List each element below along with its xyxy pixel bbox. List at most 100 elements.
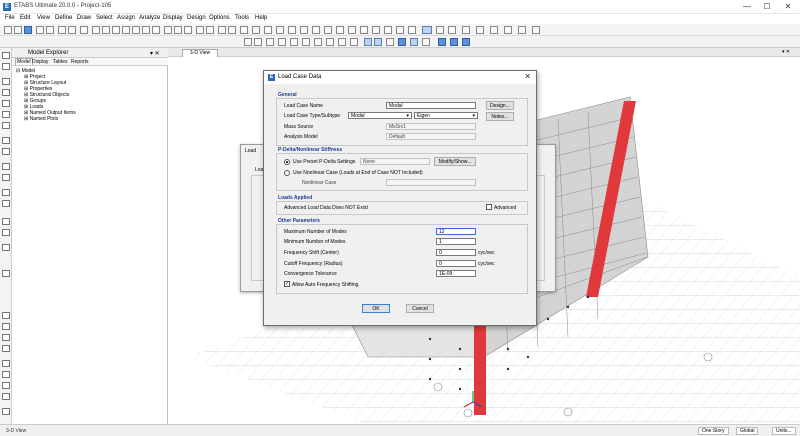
snap-mid-icon[interactable] [386,38,394,46]
more-icon[interactable] [532,26,540,34]
cutoff-frequency-input[interactable]: 0 [436,260,476,267]
select-xz-icon[interactable] [2,371,10,378]
snap-perp-icon[interactable] [422,38,430,46]
save-icon[interactable] [24,26,32,34]
pointer-icon[interactable] [92,26,100,34]
view-close-button[interactable]: ▾ ✕ [782,49,790,55]
table-icon[interactable] [476,26,484,34]
snap-line-icon[interactable] [374,38,382,46]
select-intersecting-icon[interactable] [2,345,10,352]
fit-icon[interactable] [244,38,252,46]
deformed-shape-icon[interactable] [314,38,322,46]
report-icon[interactable] [504,26,512,34]
select-yz-icon[interactable] [2,382,10,389]
menu-edit[interactable]: Edit [20,15,30,21]
minimize-button[interactable]: — [738,2,756,12]
explorer-close-button[interactable]: ▾ ✕ [150,50,160,57]
mass-source-icon[interactable] [384,26,392,34]
min-modes-input[interactable]: 1 [436,238,476,245]
zoom-in-icon[interactable] [112,26,120,34]
display-options-icon[interactable] [240,26,248,34]
menu-select[interactable]: Select [96,15,113,21]
tab-tables[interactable]: Tables [52,59,68,65]
tab-reports[interactable]: Reports [70,59,90,65]
menu-define[interactable]: Define [55,15,72,21]
diaphragm-icon[interactable] [396,26,404,34]
advanced-checkbox[interactable] [486,204,492,210]
cancel-button[interactable]: Cancel [406,304,434,313]
combination-icon[interactable] [372,26,380,34]
menu-help[interactable]: Help [255,15,267,21]
convergence-tolerance-input[interactable]: 1E-09 [436,270,476,277]
load-case-name-input[interactable]: Modal [386,102,476,109]
draw-opening-icon[interactable] [2,148,10,155]
select-all-icon[interactable] [2,312,10,319]
pan-icon[interactable] [152,26,160,34]
auto-frequency-shift-checkbox[interactable]: ✓ [284,281,290,287]
select-pointer-icon[interactable] [2,52,10,59]
text-icon[interactable] [436,26,444,34]
tree-item-named-plots[interactable]: ⊞ Named Plots [16,116,76,122]
move-down-icon[interactable] [228,26,236,34]
zoom-extents-icon[interactable] [132,26,140,34]
units-button[interactable]: Units... [772,427,796,435]
draw-section-cut-icon[interactable] [2,189,10,196]
draw-grid-icon[interactable] [2,229,10,236]
load-case-type-select[interactable]: Modal ▾ [348,112,412,119]
open-icon[interactable] [14,26,22,34]
3d-view-icon[interactable] [164,26,172,34]
load-case-icon[interactable] [360,26,368,34]
draw-rebar-icon[interactable] [2,270,10,277]
lock-icon[interactable] [58,26,66,34]
chart-icon[interactable] [490,26,498,34]
undo-icon[interactable] [36,26,44,34]
snap-intersect-icon[interactable] [410,38,418,46]
zoom-previous-icon[interactable] [142,26,150,34]
redo-icon[interactable] [46,26,54,34]
menu-draw[interactable]: Draw [77,15,91,21]
menu-analyze[interactable]: Analyze [139,15,160,21]
draw-beam-icon[interactable] [2,89,10,96]
tab-model[interactable]: Model [15,58,33,65]
select-previous-icon[interactable] [2,323,10,330]
maximize-button[interactable]: ☐ [758,2,776,12]
plan-view-icon[interactable] [174,26,182,34]
close-window-button[interactable]: ✕ [779,2,797,12]
zoom-window-icon[interactable] [102,26,110,34]
zoom-out-icon[interactable] [122,26,130,34]
dimension-icon[interactable] [448,26,456,34]
draw-tendon-icon[interactable] [2,174,10,181]
load-pattern-icon[interactable] [348,26,356,34]
frequency-shift-input[interactable]: 0 [436,249,476,256]
elevation-view-icon[interactable] [184,26,192,34]
wireframe-icon[interactable] [302,38,310,46]
menu-options[interactable]: Options [209,15,230,21]
menu-design[interactable]: Design [187,15,206,21]
snap-grid-icon[interactable] [398,38,406,46]
export-icon[interactable] [518,26,526,34]
design-shear-wall-icon[interactable] [462,38,470,46]
rotate-icon[interactable] [196,26,204,34]
tab-3d-view[interactable]: 3-D View [182,49,218,57]
reshape-icon[interactable] [2,63,10,70]
menu-display[interactable]: Display [163,15,183,21]
frame-icon[interactable] [264,26,272,34]
draw-joint-icon[interactable] [2,78,10,85]
stress-icon[interactable] [338,38,346,46]
notes-button[interactable]: Notes... [486,112,514,121]
move-up-icon[interactable] [218,26,226,34]
coordinate-system-selector[interactable]: Global [736,427,759,435]
tab-display[interactable]: Display [31,59,49,65]
menu-assign[interactable]: Assign [117,15,135,21]
load-case-subtype-select[interactable]: Eigen ▾ [414,112,478,119]
draw-wall-icon[interactable] [2,137,10,144]
shell-icon[interactable] [276,26,284,34]
menu-tools[interactable]: Tools [235,15,249,21]
forces-icon[interactable] [326,38,334,46]
perspective-icon[interactable] [206,26,214,34]
section-icon[interactable] [336,26,344,34]
dialog-close-button[interactable]: ✕ [524,72,531,81]
snap-point-icon[interactable] [364,38,372,46]
refresh-icon[interactable] [254,38,262,46]
extrude-icon[interactable] [278,38,286,46]
